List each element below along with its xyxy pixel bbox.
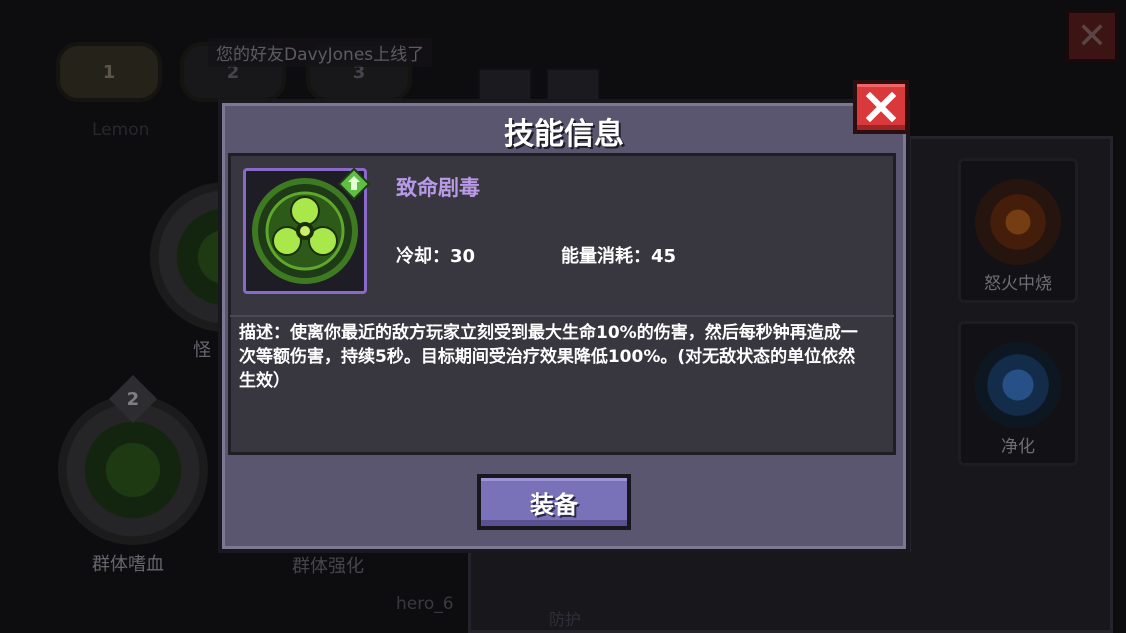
friend-online-toast: 您的好友DavyJones上线了 — [208, 38, 433, 67]
hero-label-empower: 群体强化 — [292, 556, 364, 577]
fire-emblem-icon — [975, 179, 1061, 265]
skill-card-label: 怒火中烧 — [984, 274, 1052, 294]
hero-id-label: hero_6 — [396, 594, 454, 614]
hero-label-top: 怪 — [193, 340, 211, 361]
bg-tab-1[interactable] — [478, 68, 532, 102]
equip-button-label: 装备 — [530, 490, 578, 519]
equip-button[interactable]: 装备 — [477, 474, 631, 530]
skill-card-label: 净化 — [1001, 437, 1035, 457]
player-name: Lemon — [92, 120, 150, 140]
dialog-title: 技能信息 — [504, 117, 624, 152]
close-x-icon — [866, 92, 896, 122]
fist-emblem-icon — [975, 342, 1061, 428]
skill-name: 致命剧毒 — [396, 176, 480, 200]
green-rank-badge-icon — [337, 167, 371, 201]
team-slot-1[interactable]: 1 — [56, 42, 162, 102]
skill-description: 描述：使离你最近的敌方玩家立刻受到最大生命10%的伤害，然后每秒钟再造成一次等额… — [239, 323, 858, 391]
skill-card-purify[interactable]: 净化 — [958, 321, 1078, 466]
bottom-skill-label: 防护 — [549, 610, 582, 629]
skill-card-rage[interactable]: 怒火中烧 — [958, 158, 1078, 303]
background-close-button[interactable]: ✕ — [1066, 10, 1118, 62]
bg-tab-2[interactable] — [546, 68, 600, 102]
hero-label-bloodlust: 群体嗜血 — [92, 554, 164, 575]
skill-list-bottom: 防护 — [468, 552, 1113, 633]
cooldown-stat: 冷却：30 — [396, 246, 476, 267]
close-dialog-button[interactable] — [853, 80, 909, 134]
energy-cost-stat: 能量消耗：45 — [561, 246, 677, 267]
section-divider — [230, 315, 894, 317]
